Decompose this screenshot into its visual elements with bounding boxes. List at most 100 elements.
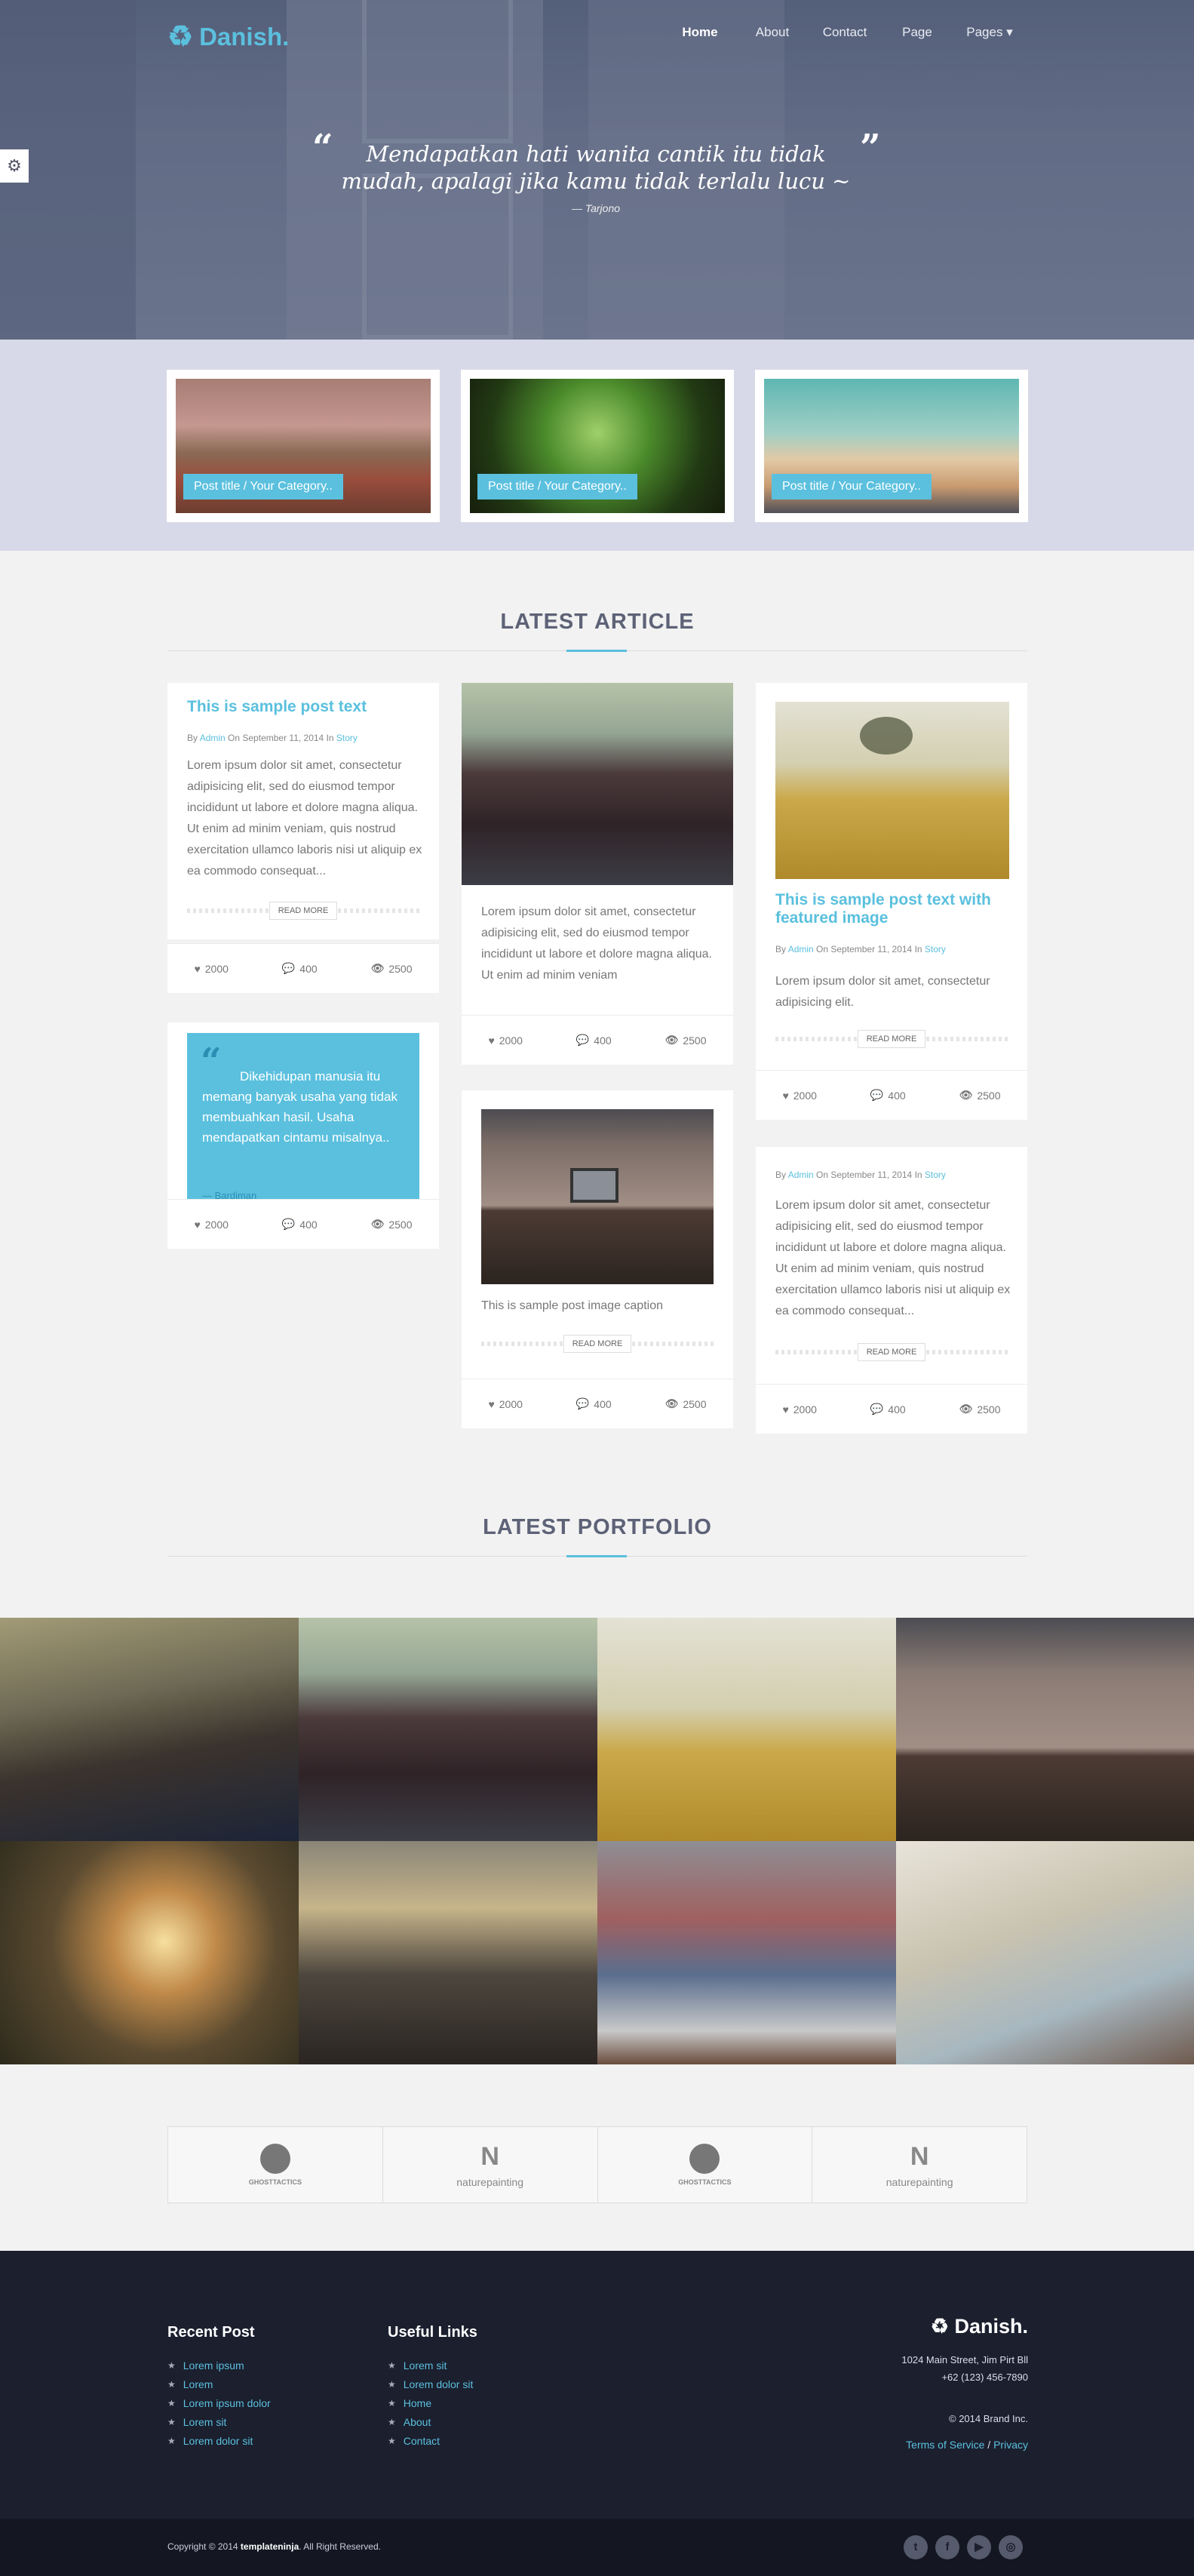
post-image-field[interactable] [775,702,1009,879]
featured-card[interactable]: Post title / Your Category.. [461,370,734,522]
title-underline [566,650,627,652]
separator: / [984,2439,994,2451]
post-title-link[interactable]: This is sample post text with featured i… [775,891,1009,927]
like-button[interactable]: ♥ 2000 [194,963,228,975]
hero-quote: Mendapatkan hati wanita cantik itu tidak… [341,141,851,194]
link-text[interactable]: Lorem ipsum dolor [183,2397,271,2409]
post-caption: This is sample post image caption [481,1299,663,1312]
link-text[interactable]: Lorem sit [183,2416,227,2428]
comments-button[interactable]: 💬 400 [576,1034,612,1047]
link-text[interactable]: Lorem sit [404,2359,447,2372]
portfolio-item-traffic[interactable] [597,1841,896,2064]
comments-button[interactable]: 💬 400 [870,1403,906,1416]
link-text[interactable]: Lorem dolor sit [183,2435,253,2447]
client-logo-ghosttactics[interactable]: GHOSTTACTICS [168,2127,383,2203]
client-logo-naturepainting[interactable]: N naturepainting [383,2127,598,2203]
like-count: 2000 [793,1403,817,1416]
link-text[interactable]: Lorem ipsum [183,2359,244,2372]
heart-icon: ♥ [782,1403,789,1416]
star-icon: ★ [388,2378,396,2390]
portfolio-item-field[interactable] [597,1618,896,1841]
comments-button[interactable]: 💬 400 [282,1218,318,1231]
nav-pages-dropdown[interactable]: Pages ▾ [953,25,1026,40]
nav-about[interactable]: About [736,25,809,40]
featured-card[interactable]: Post title / Your Category.. [755,370,1028,522]
nav-home[interactable]: Home [664,25,736,40]
useful-link[interactable]: ★ Home [388,2393,473,2412]
like-button[interactable]: ♥ 2000 [782,1403,816,1416]
post-image-mountain-road[interactable] [462,683,733,885]
useful-link[interactable]: ★ Lorem dolor sit [388,2375,473,2393]
settings-gear-button[interactable]: ⚙ [0,149,29,183]
client-logo-ghosttactics[interactable]: GHOSTTACTICS [598,2127,813,2203]
nav-contact[interactable]: Contact [809,25,881,40]
post-image-interior[interactable] [481,1109,714,1284]
facebook-icon[interactable]: f [935,2535,959,2559]
article-card: This is sample post text with featured i… [756,683,1027,1075]
read-more-button[interactable]: READ MORE [269,902,337,920]
useful-link[interactable]: ★ About [388,2412,473,2431]
category-link[interactable]: Story [925,1170,946,1180]
client-name: GHOSTTACTICS [678,2178,732,2186]
recent-post-link[interactable]: ★ Lorem dolor sit [167,2431,271,2450]
featured-label[interactable]: Post title / Your Category.. [477,474,637,500]
copyright-text: Copyright © 2014 [167,2541,241,2552]
youtube-icon[interactable]: ▶ [967,2535,991,2559]
useful-link[interactable]: ★ Lorem sit [388,2356,473,2375]
copyright-brand-link[interactable]: templateninja [241,2541,299,2552]
link-text[interactable]: Lorem dolor sit [404,2378,474,2390]
views-indicator: 👁 2500 [371,962,413,975]
author-link[interactable]: Admin [788,1170,814,1180]
link-text[interactable]: Lorem [183,2378,213,2390]
like-button[interactable]: ♥ 2000 [488,1398,522,1410]
recent-post-link[interactable]: ★ Lorem [167,2375,271,2393]
brand-logo[interactable]: ♻ Danish. [167,23,289,51]
portfolio-item-street[interactable] [299,1841,597,2064]
featured-card[interactable]: Post title / Your Category.. [167,370,440,522]
post-title-link[interactable]: This is sample post text [187,698,421,716]
comments-button[interactable]: 💬 400 [282,962,318,975]
category-link[interactable]: Story [336,733,358,743]
like-count: 2000 [793,1089,817,1102]
nav-page[interactable]: Page [881,25,953,40]
privacy-link[interactable]: Privacy [993,2439,1028,2451]
twitter-icon[interactable]: t [904,2535,928,2559]
featured-label[interactable]: Post title / Your Category.. [183,474,343,500]
useful-link[interactable]: ★ Contact [388,2431,473,2450]
featured-label[interactable]: Post title / Your Category.. [772,474,932,500]
like-button[interactable]: ♥ 2000 [194,1219,228,1231]
client-logo-naturepainting[interactable]: N naturepainting [812,2127,1027,2203]
comments-button[interactable]: 💬 400 [870,1089,906,1102]
terms-link[interactable]: Terms of Service [906,2439,984,2451]
link-text[interactable]: Contact [404,2435,440,2447]
recent-post-link[interactable]: ★ Lorem sit [167,2412,271,2431]
read-more-button[interactable]: READ MORE [858,1343,925,1361]
eye-icon: 👁 [959,1403,973,1415]
comments-button[interactable]: 💬 400 [576,1397,612,1410]
portfolio-item-mountain[interactable] [0,1618,299,1841]
category-link[interactable]: Story [925,944,946,954]
read-more-button[interactable]: READ MORE [858,1030,925,1048]
link-text[interactable]: Home [404,2397,431,2409]
link-text[interactable]: About [404,2416,431,2428]
latest-portfolio-title: LATEST PORTFOLIO [483,1515,712,1539]
star-icon: ★ [388,2359,396,2371]
meta-by: By [775,944,788,954]
like-button[interactable]: ♥ 2000 [488,1034,522,1047]
author-link[interactable]: Admin [788,944,814,954]
portfolio-item-interior[interactable] [896,1618,1194,1841]
card-footer: ♥ 2000 💬 400 👁 2500 [167,943,439,993]
recent-post-heading: Recent Post [167,2324,255,2341]
view-count: 2500 [977,1089,1001,1102]
instagram-icon[interactable]: ◎ [999,2535,1023,2559]
recent-post-link[interactable]: ★ Lorem ipsum [167,2356,271,2375]
meta-date: On September 11, 2014 In [813,1170,925,1180]
read-more-button[interactable]: READ MORE [563,1335,631,1353]
author-link[interactable]: Admin [200,733,226,743]
portfolio-item-sunset[interactable] [0,1841,299,2064]
card-footer: ♥ 2000 💬 400 👁 2500 [756,1070,1027,1120]
portfolio-item-road[interactable] [299,1618,597,1841]
like-button[interactable]: ♥ 2000 [782,1090,816,1102]
recent-post-link[interactable]: ★ Lorem ipsum dolor [167,2393,271,2412]
portfolio-item-map[interactable] [896,1841,1194,2064]
